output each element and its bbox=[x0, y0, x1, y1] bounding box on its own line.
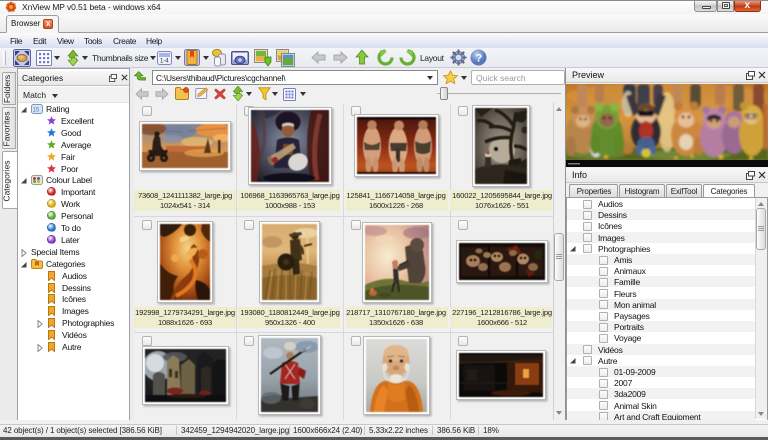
svg-text:15: 15 bbox=[33, 108, 40, 114]
svg-text:1-4: 1-4 bbox=[160, 59, 169, 65]
svg-text:?: ? bbox=[476, 53, 483, 65]
